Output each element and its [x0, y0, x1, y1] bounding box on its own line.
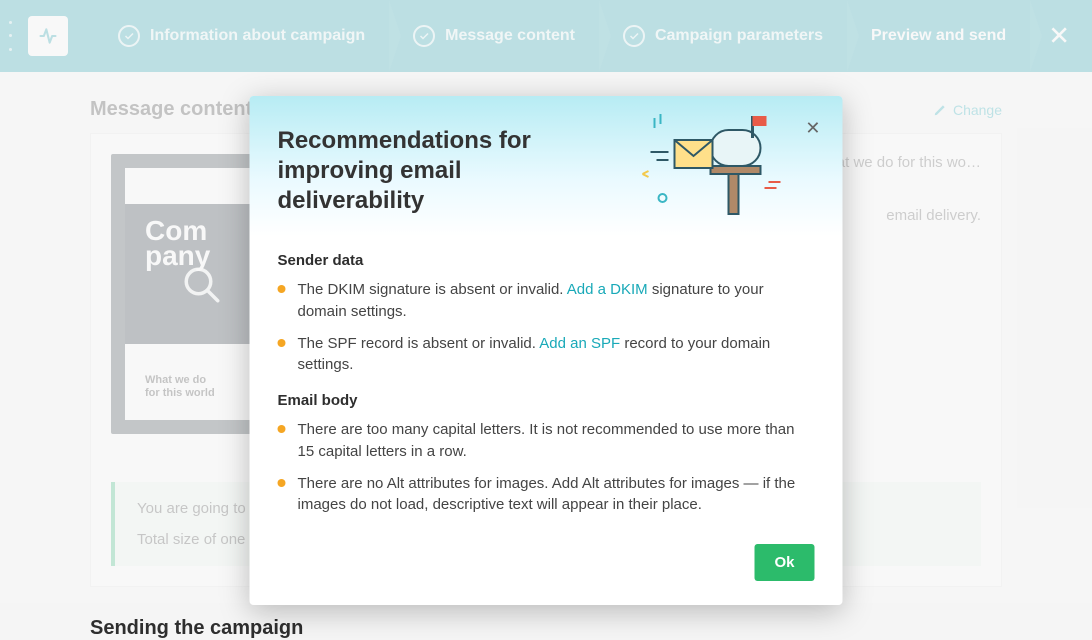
bullet-dot-icon	[278, 285, 286, 293]
recommendation-text: The SPF record is absent or invalid. Add…	[298, 333, 815, 377]
modal-title: Recommendations forimproving email deliv…	[278, 126, 578, 216]
recommendation-text: The DKIM signature is absent or invalid.…	[298, 279, 815, 323]
recommendation-text: There are too many capital letters. It i…	[298, 419, 815, 463]
modal-ok-button[interactable]: Ok	[754, 544, 814, 581]
recommendation-link[interactable]: Add a DKIM	[567, 281, 648, 298]
recommendations-modal: Recommendations forimproving email deliv…	[250, 96, 843, 605]
recommendation-item: The DKIM signature is absent or invalid.…	[278, 279, 815, 323]
modal-group-heading: Email body	[278, 392, 815, 409]
bullet-dot-icon	[278, 339, 286, 347]
bullet-dot-icon	[278, 425, 286, 433]
section-title-sending: Sending the campaign	[90, 617, 1002, 640]
modal-body: Sender data The DKIM signature is absent …	[250, 252, 843, 544]
mailbox-illustration-icon	[633, 110, 783, 225]
recommendation-item: There are no Alt attributes for images. …	[278, 473, 815, 517]
modal-group-heading: Sender data	[278, 252, 815, 269]
bullet-dot-icon	[278, 479, 286, 487]
recommendation-item: The SPF record is absent or invalid. Add…	[278, 333, 815, 377]
recommendation-text: There are no Alt attributes for images. …	[298, 473, 815, 517]
recommendation-link[interactable]: Add an SPF	[539, 335, 620, 352]
modal-close-button[interactable]: ✕	[805, 118, 820, 139]
recommendation-item: There are too many capital letters. It i…	[278, 419, 815, 463]
